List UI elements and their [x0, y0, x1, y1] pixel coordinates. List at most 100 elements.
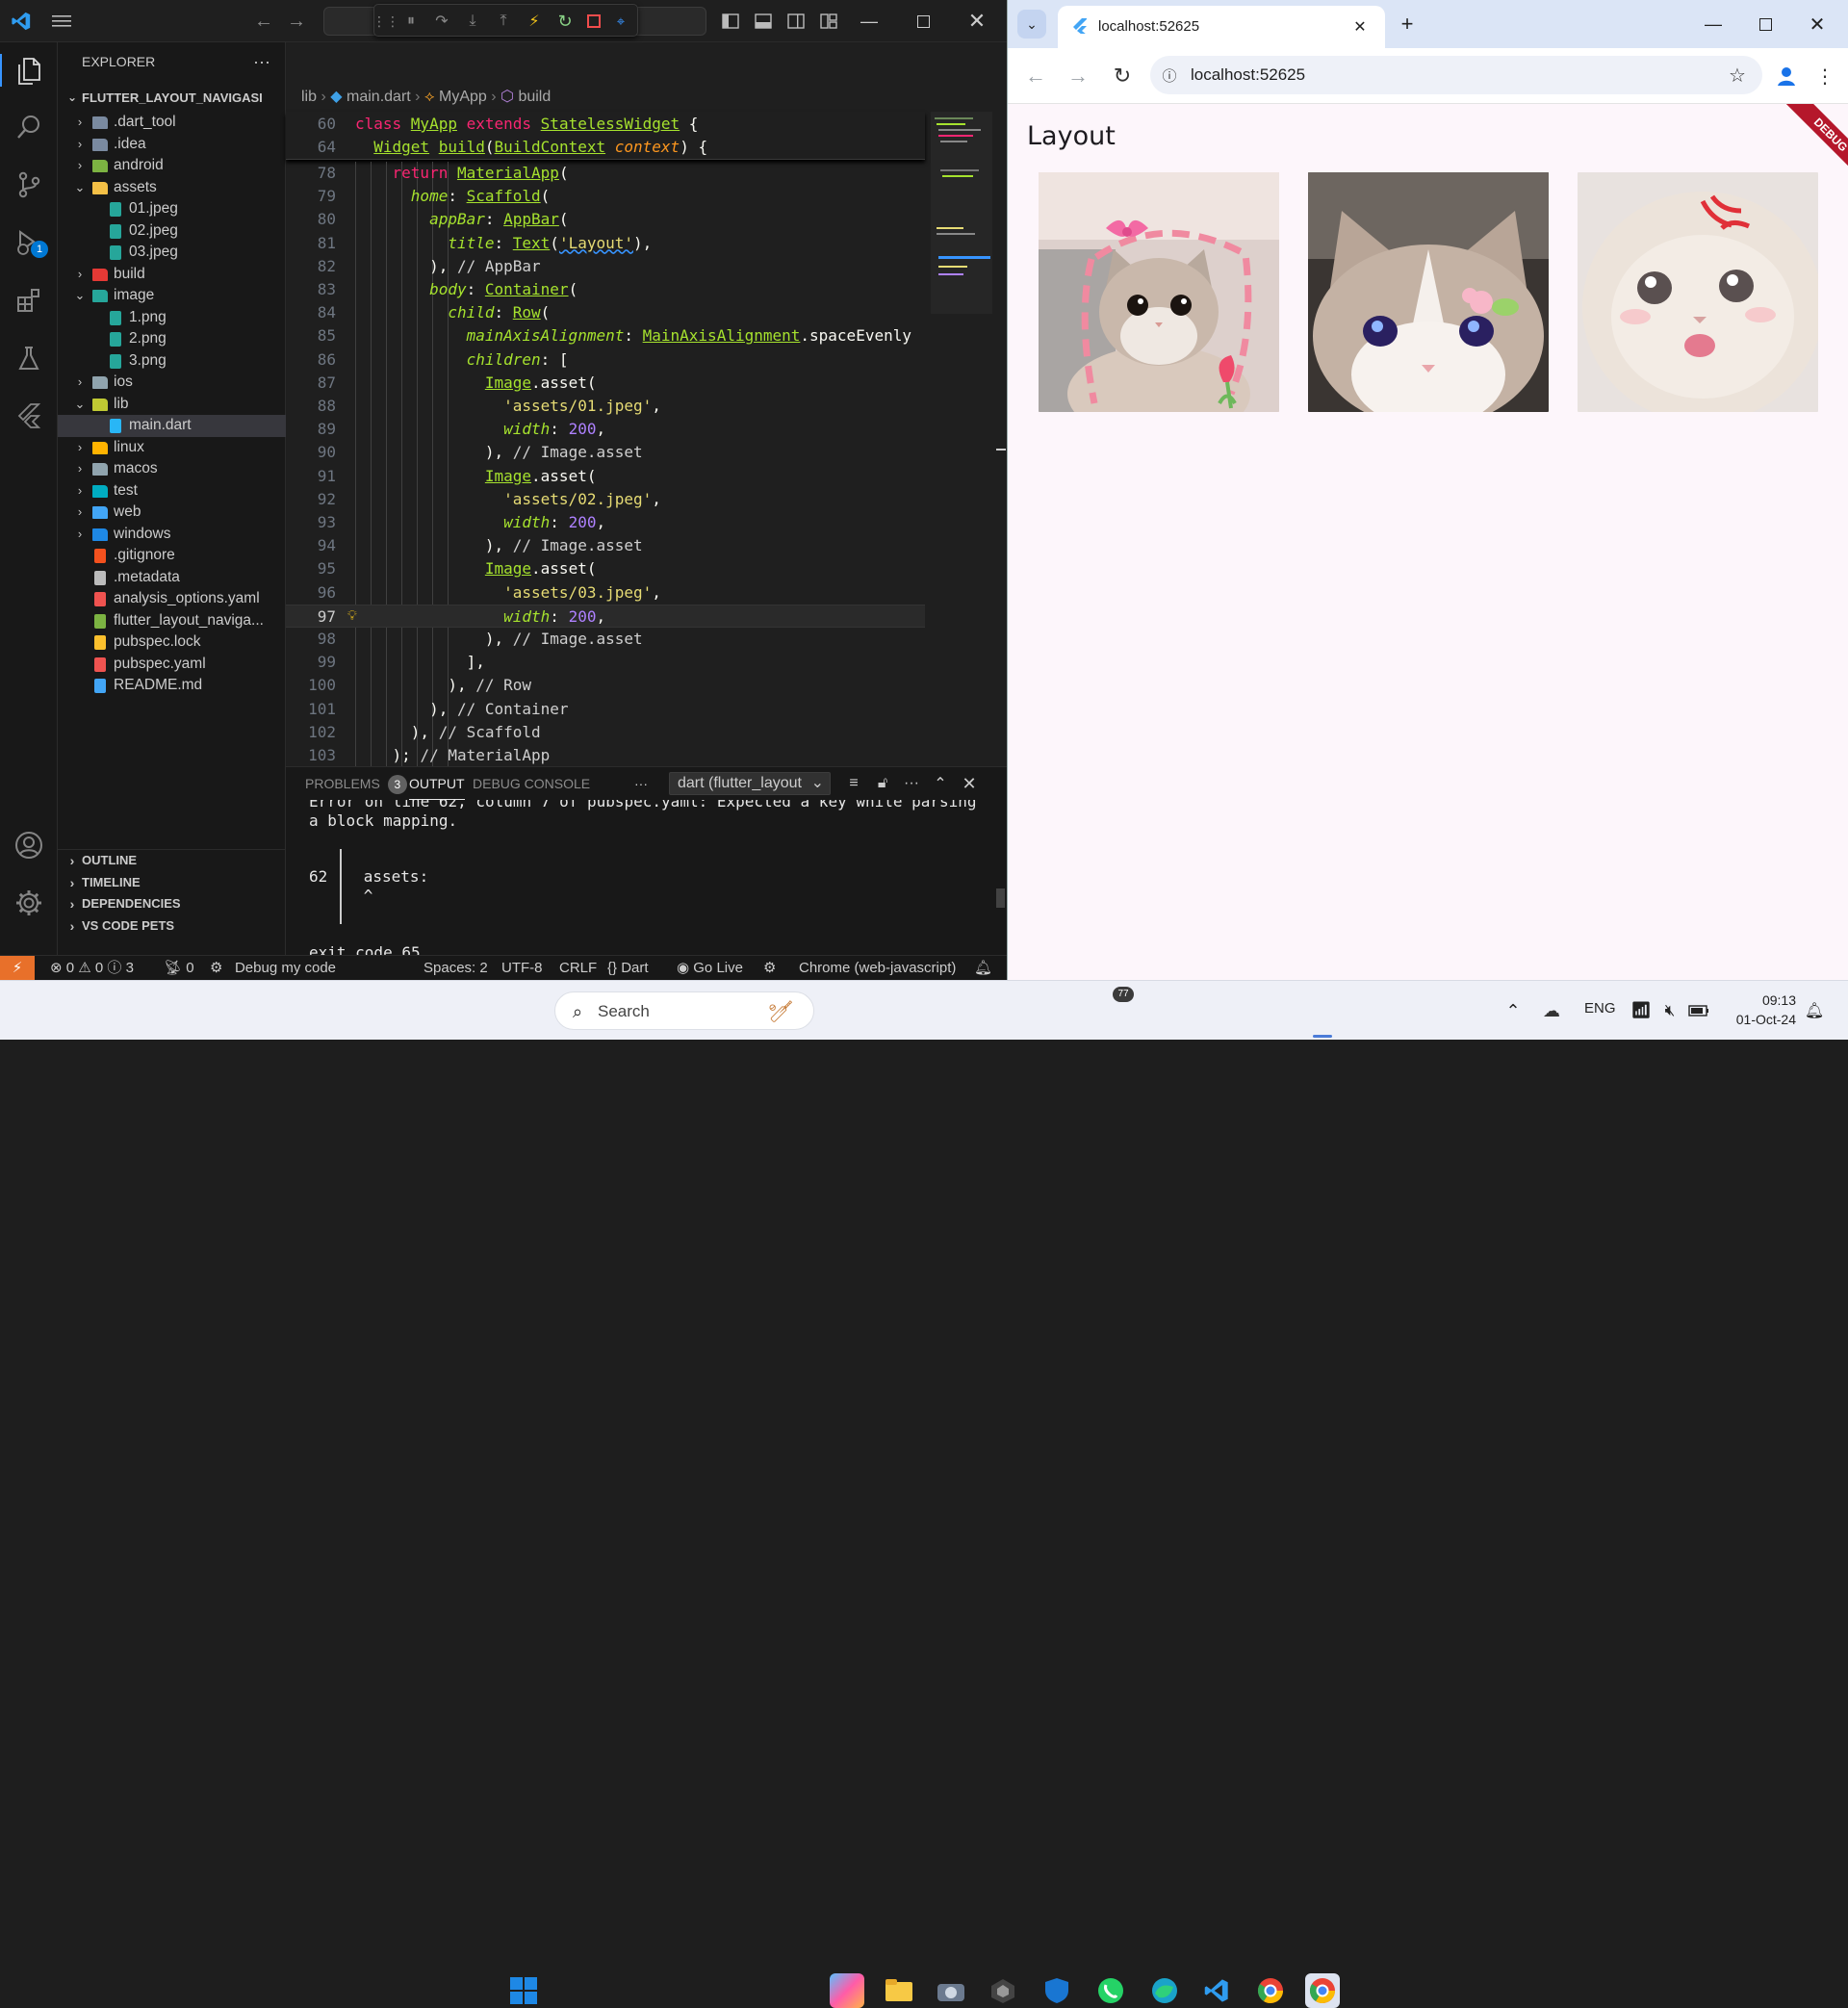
panel-more-icon[interactable]: ···	[900, 773, 923, 794]
tree-item[interactable]: README.md	[58, 675, 286, 697]
lightbulb-icon[interactable]: 💡︎	[347, 605, 357, 629]
menu-icon[interactable]	[50, 10, 73, 33]
breadcrumb-item[interactable]: main.dart	[346, 89, 411, 105]
customize-layout-icon[interactable]	[818, 11, 839, 32]
drag-handle-icon[interactable]: ⋮⋮	[372, 10, 399, 33]
indentation-status[interactable]: Spaces: 2	[424, 956, 488, 980]
tree-item[interactable]: 01.jpeg	[58, 198, 286, 220]
pause-icon[interactable]: ⏸	[399, 10, 423, 33]
tree-item[interactable]: ⌄ image	[58, 285, 286, 307]
output-text[interactable]: Error on line 62, column 7 of pubspec.ya…	[286, 800, 990, 956]
edge-icon[interactable]	[1147, 1973, 1182, 2008]
close-icon[interactable]: ✕	[1803, 12, 1832, 37]
tree-item[interactable]: › macos	[58, 458, 286, 480]
whatsapp-icon[interactable]	[1093, 1973, 1128, 2008]
panel-tab[interactable]: OUTPUT	[409, 767, 465, 800]
ports-status[interactable]: 📡︎ 0	[164, 956, 194, 980]
tree-item[interactable]: pubspec.yaml	[58, 654, 286, 676]
forward-arrow-icon[interactable]: →	[285, 10, 308, 33]
word-wrap-icon[interactable]: ≡	[842, 773, 865, 794]
breadcrumb-item[interactable]: build	[518, 89, 551, 105]
tree-item[interactable]: .gitignore	[58, 545, 286, 567]
tree-item[interactable]: › ios	[58, 372, 286, 394]
extensions-icon[interactable]	[12, 283, 46, 318]
language-indicator[interactable]: ENG	[1584, 1000, 1616, 1017]
breadcrumb-item[interactable]: lib	[301, 89, 317, 105]
project-header[interactable]: ⌄ FLUTTER_LAYOUT_NAVIGASI	[58, 85, 286, 111]
tree-item[interactable]: › test	[58, 480, 286, 502]
problems-status[interactable]: ⊗ 0 ⚠ 0 ⓘ 3	[50, 956, 134, 980]
back-icon[interactable]: ←	[1021, 62, 1050, 90]
settings-gear-icon[interactable]	[12, 886, 46, 920]
tree-item[interactable]: ⌄ lib	[58, 394, 286, 416]
back-arrow-icon[interactable]: ←	[252, 10, 275, 33]
maximize-icon[interactable]	[1751, 12, 1780, 37]
camera-app-icon[interactable]	[934, 1973, 968, 2008]
step-out-icon[interactable]: ⤒	[492, 10, 515, 33]
tree-item[interactable]: › build	[58, 264, 286, 286]
maximize-panel-icon[interactable]: ⌃	[929, 773, 952, 794]
search-icon[interactable]	[12, 110, 46, 144]
tree-item[interactable]: analysis_options.yaml	[58, 588, 286, 610]
tree-item[interactable]: › web	[58, 502, 286, 524]
source-control-icon[interactable]	[12, 167, 46, 202]
hot-reload-icon[interactable]: ⚡	[523, 10, 546, 33]
testing-icon[interactable]	[12, 341, 46, 375]
unity-app-icon[interactable]	[986, 1973, 1020, 2008]
account-icon[interactable]	[12, 828, 46, 862]
sidebar-section[interactable]: › OUTLINE	[58, 850, 286, 872]
sidebar-section[interactable]: › DEPENDENCIES	[58, 893, 286, 915]
tree-item[interactable]: 3.png	[58, 350, 286, 373]
toggle-panel-icon[interactable]	[753, 11, 774, 32]
debug-status[interactable]: ⚙︎ Debug my code	[210, 956, 336, 980]
tree-item[interactable]: › linux	[58, 437, 286, 459]
output-channel-select[interactable]: dart (flutter_layout ⌄	[669, 772, 831, 795]
tree-item[interactable]: 03.jpeg	[58, 242, 286, 264]
url-text[interactable]: localhost:52625	[1191, 56, 1305, 94]
maximize-icon[interactable]	[909, 10, 937, 33]
site-info-icon[interactable]: ⓘ	[1160, 65, 1179, 85]
step-into-icon[interactable]: ⤓	[461, 10, 484, 33]
tree-item[interactable]: 02.jpeg	[58, 220, 286, 243]
volume-muted-icon[interactable]: 🔇︎	[1657, 996, 1682, 1025]
panel-tab[interactable]: PROBLEMS 3	[305, 767, 407, 800]
toggle-secondary-sidebar-icon[interactable]	[785, 11, 807, 32]
sidebar-section[interactable]: › TIMELINE	[58, 872, 286, 894]
reload-icon[interactable]: ↻	[1108, 62, 1137, 90]
tree-item[interactable]: › .dart_tool	[58, 112, 286, 134]
panel-tabs-more-icon[interactable]: ···	[634, 767, 648, 800]
chrome-icon[interactable]	[1305, 1973, 1340, 2008]
flutter-icon[interactable]	[12, 399, 46, 433]
golive-status[interactable]: ◉ Go Live	[677, 956, 743, 980]
clock[interactable]: 09:13 01-Oct-24	[1729, 991, 1796, 1029]
remote-indicator-icon[interactable]: ⚡︎	[0, 956, 35, 980]
eol-status[interactable]: CRLF	[559, 956, 597, 980]
new-tab-icon[interactable]: +	[1395, 12, 1420, 37]
close-panel-icon[interactable]: ✕	[958, 773, 981, 794]
forward-icon[interactable]: →	[1064, 62, 1092, 90]
breadcrumb-item[interactable]: MyApp	[439, 89, 487, 105]
more-actions-icon[interactable]: ···	[248, 50, 275, 73]
file-explorer-icon[interactable]	[882, 1973, 916, 2008]
tree-item[interactable]: › .idea	[58, 134, 286, 156]
notifications-icon[interactable]: 🔔︎	[974, 956, 992, 980]
encoding-status[interactable]: UTF-8	[501, 956, 543, 980]
explorer-icon[interactable]	[12, 54, 46, 89]
tree-item[interactable]: pubspec.lock	[58, 631, 286, 654]
taskbar-search[interactable]: ⌕ Search 🏏︎	[554, 991, 814, 1030]
tree-item[interactable]: ⌄ assets	[58, 177, 286, 199]
tree-item[interactable]: 2.png	[58, 328, 286, 350]
code-lines[interactable]: 78 return MaterialApp(79 home: Scaffold(…	[286, 162, 925, 766]
toggle-sidebar-icon[interactable]	[720, 11, 741, 32]
tab-close-icon[interactable]: ✕	[1350, 17, 1370, 37]
copilot-icon[interactable]	[830, 1973, 864, 2008]
windows-start-icon[interactable]	[506, 1973, 541, 2008]
tab-search-icon[interactable]: ⌄	[1017, 10, 1046, 39]
vscode-taskbar-icon[interactable]	[1199, 1973, 1234, 2008]
bookmark-star-icon[interactable]: ☆	[1726, 64, 1749, 87]
minimize-icon[interactable]: —	[1699, 12, 1728, 37]
minimap[interactable]	[931, 112, 992, 766]
chevron-up-icon[interactable]: ⌃	[1502, 996, 1525, 1025]
notification-bell-icon[interactable]: 🔔︎	[1802, 996, 1827, 1025]
tree-item[interactable]: 1.png	[58, 307, 286, 329]
